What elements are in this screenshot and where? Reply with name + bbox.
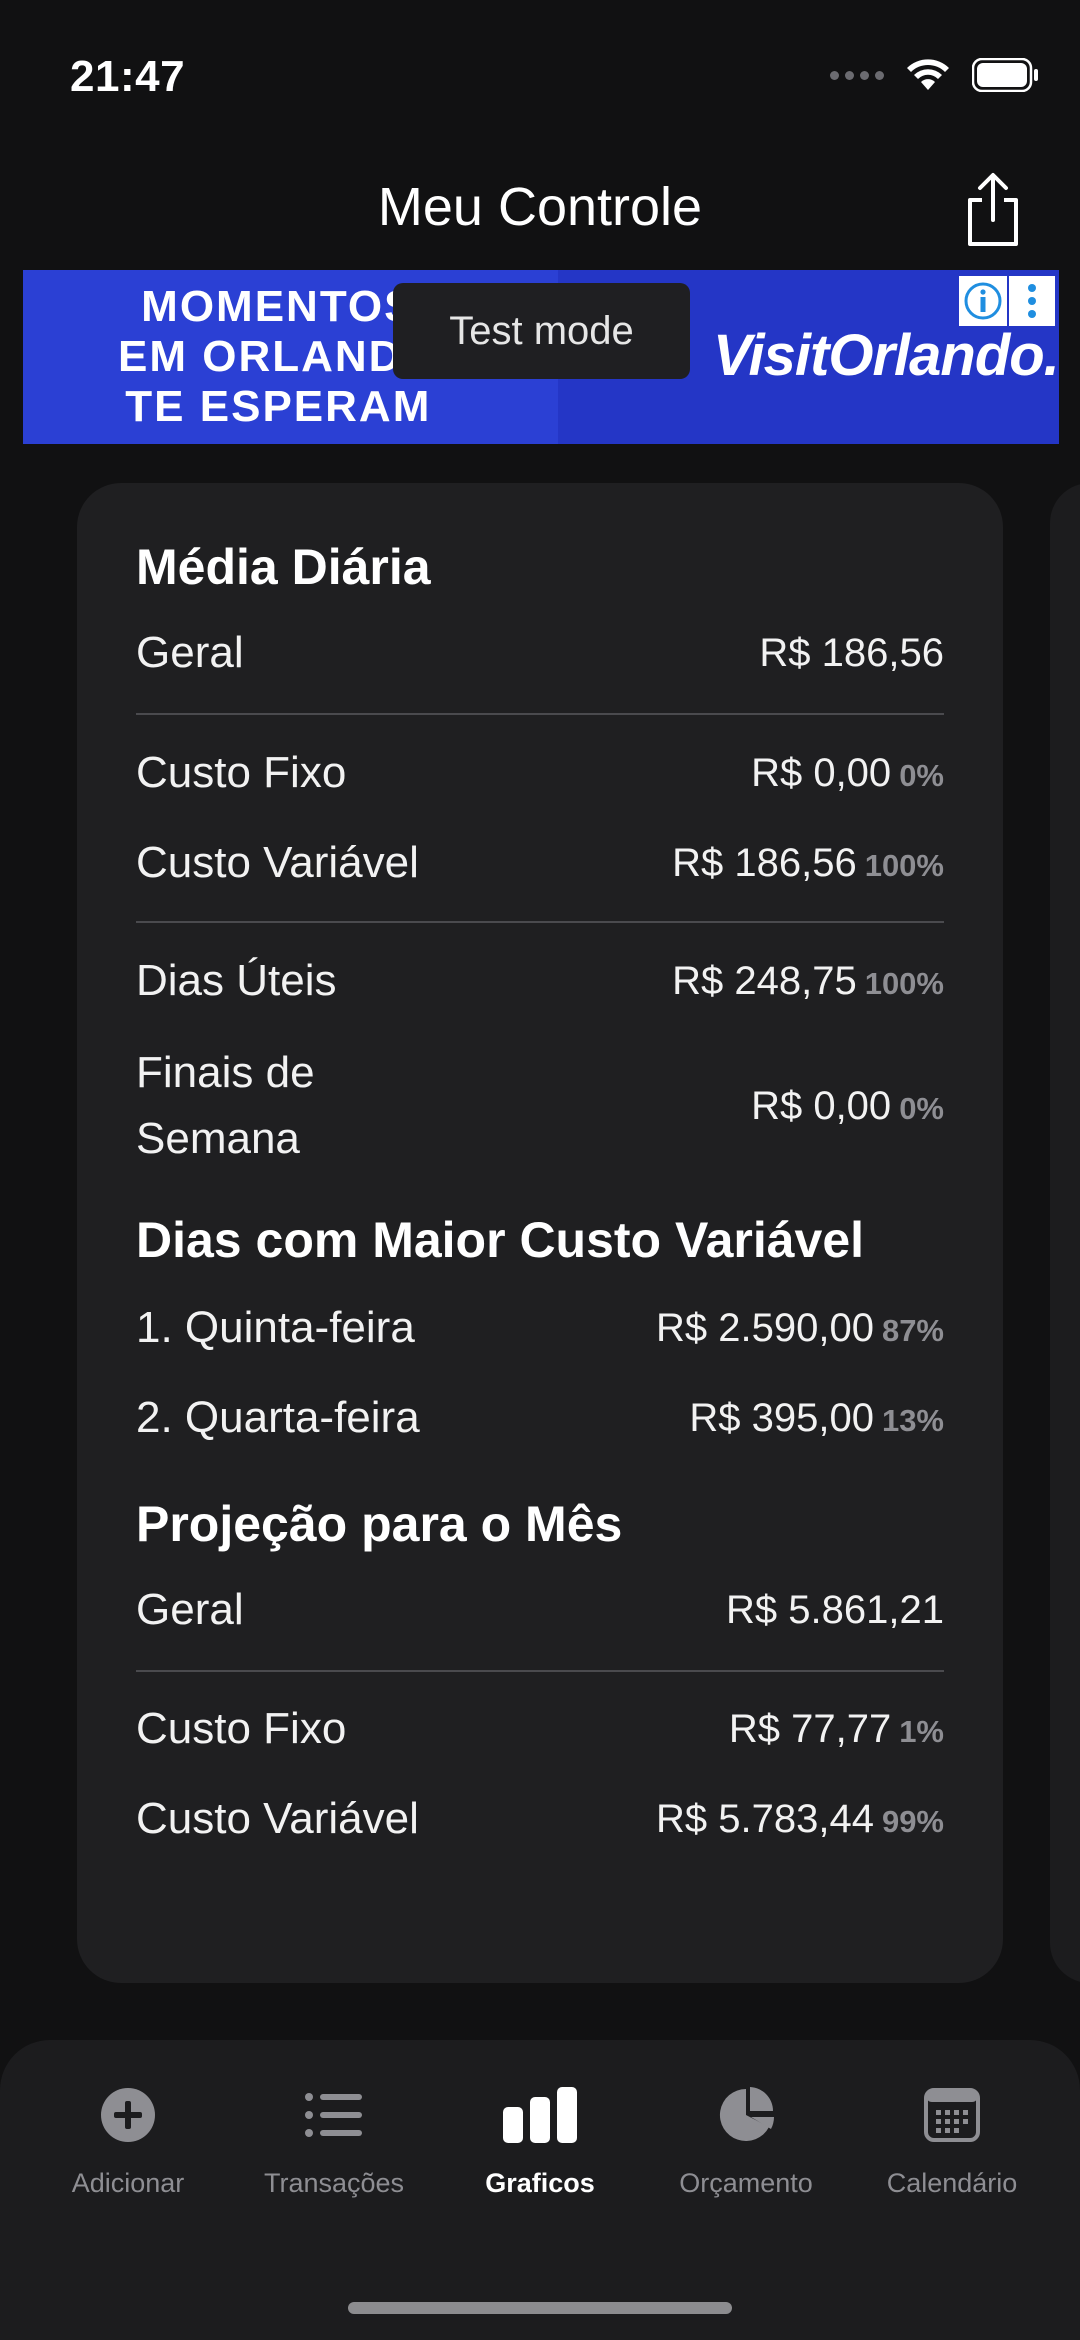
row-percent: 100% [864, 965, 944, 1001]
divider [136, 921, 944, 923]
row-label: 2. Quarta-feira [136, 1393, 420, 1442]
row-percent: 0% [899, 1090, 944, 1126]
daily-uteis-row: Dias Úteis R$ 248,75 100% [136, 951, 944, 1011]
page-title: Meu Controle [377, 177, 703, 237]
tab-bar: Adicionar Transações Graficos Orçamento … [0, 2040, 1080, 2340]
bar-chart-icon [503, 2087, 577, 2143]
row-label: Custo Fixo [136, 1704, 347, 1753]
ad-options-button[interactable] [1009, 276, 1055, 326]
tab-transacoes[interactable]: Transações [231, 2080, 437, 2199]
battery-icon [972, 58, 1038, 92]
section-title-projection: Projeção para o Mês [136, 1496, 623, 1552]
row-value: R$ 2.590,00 [656, 1305, 874, 1350]
row-label: Geral [136, 1585, 244, 1634]
top-day-row: 2. Quarta-feira R$ 395,00 13% [136, 1388, 944, 1448]
next-card-peek[interactable] [1050, 483, 1080, 1983]
daily-geral-row: Geral R$ 186,56 [136, 623, 944, 683]
divider [136, 713, 944, 715]
section-title-daily: Média Diária [136, 539, 431, 595]
projection-fixo-row: Custo Fixo R$ 77,77 1% [136, 1699, 944, 1759]
section-title-top-days: Dias com Maior Custo Variável [136, 1212, 865, 1268]
tab-calendario[interactable]: Calendário [849, 2080, 1055, 2199]
share-icon [968, 173, 1018, 246]
row-value: R$ 5.783,44 [656, 1796, 874, 1841]
projection-variavel-row: Custo Variável R$ 5.783,44 99% [136, 1789, 944, 1849]
tab-adicionar[interactable]: Adicionar [25, 2080, 231, 2199]
ad-headline: MOMENTOS EM ORLANDO TE ESPERAM [118, 282, 439, 431]
more-vertical-icon [1028, 284, 1036, 318]
plus-circle-icon [101, 2088, 155, 2142]
divider [136, 1670, 944, 1672]
row-percent: 0% [899, 757, 944, 793]
row-value: R$ 0,00 [751, 1083, 892, 1128]
status-icons [830, 58, 1040, 92]
navigation-bar: Meu Controle [0, 160, 1080, 260]
info-icon [964, 282, 1002, 320]
row-percent: 100% [864, 847, 944, 883]
row-value: R$ 0,00 [751, 750, 892, 795]
test-mode-label: Test mode [393, 283, 690, 379]
tab-label: Graficos [485, 2168, 595, 2198]
row-value: R$ 186,56 [672, 840, 857, 885]
row-value: R$ 5.861,21 [726, 1587, 944, 1632]
ad-brand-logo: VisitOrlando. [713, 323, 1059, 388]
status-time: 21:47 [70, 52, 186, 101]
daily-finais-row: Finais de Semana R$ 0,00 0% [136, 1040, 944, 1172]
pie-chart-icon [719, 2087, 774, 2141]
row-label: Custo Fixo [136, 748, 347, 797]
home-indicator [348, 2302, 732, 2314]
daily-fixo-row: Custo Fixo R$ 0,00 0% [136, 743, 944, 803]
row-label: Dias Úteis [136, 956, 337, 1005]
row-percent: 1% [899, 1713, 944, 1749]
top-day-row: 1. Quinta-feira R$ 2.590,00 87% [136, 1298, 944, 1358]
row-value: R$ 248,75 [672, 958, 857, 1003]
row-label: Finais de Semana [136, 1048, 315, 1163]
tab-label: Transações [263, 2168, 405, 2198]
row-label: 1. Quinta-feira [136, 1303, 415, 1352]
share-button[interactable] [958, 170, 1028, 250]
wifi-icon [907, 59, 949, 90]
status-bar: 21:47 [0, 0, 1080, 150]
list-icon [305, 2093, 362, 2137]
row-value: R$ 186,56 [759, 630, 944, 675]
tab-label: Orçamento [679, 2168, 813, 2198]
row-percent: 13% [881, 1402, 944, 1438]
projection-geral-row: Geral R$ 5.861,21 [136, 1580, 944, 1640]
tab-label: Calendário [886, 2168, 1018, 2198]
row-value: R$ 395,00 [689, 1395, 874, 1440]
calendar-icon [924, 2088, 980, 2142]
row-percent: 87% [881, 1312, 944, 1348]
cellular-signal-icon [830, 70, 884, 80]
tab-label: Adicionar [71, 2168, 185, 2198]
tab-orcamento[interactable]: Orçamento [643, 2080, 849, 2199]
row-percent: 99% [881, 1803, 944, 1839]
stats-card: Média Diária Geral R$ 186,56 Custo Fixo … [77, 483, 1003, 1983]
row-label: Geral [136, 628, 244, 677]
row-value: R$ 77,77 [728, 1706, 892, 1751]
row-label: Custo Variável [136, 1794, 419, 1843]
row-label: Custo Variável [136, 838, 419, 887]
ad-info-button[interactable] [959, 276, 1007, 326]
tab-graficos[interactable]: Graficos [437, 2080, 643, 2199]
daily-variavel-row: Custo Variável R$ 186,56 100% [136, 833, 944, 893]
